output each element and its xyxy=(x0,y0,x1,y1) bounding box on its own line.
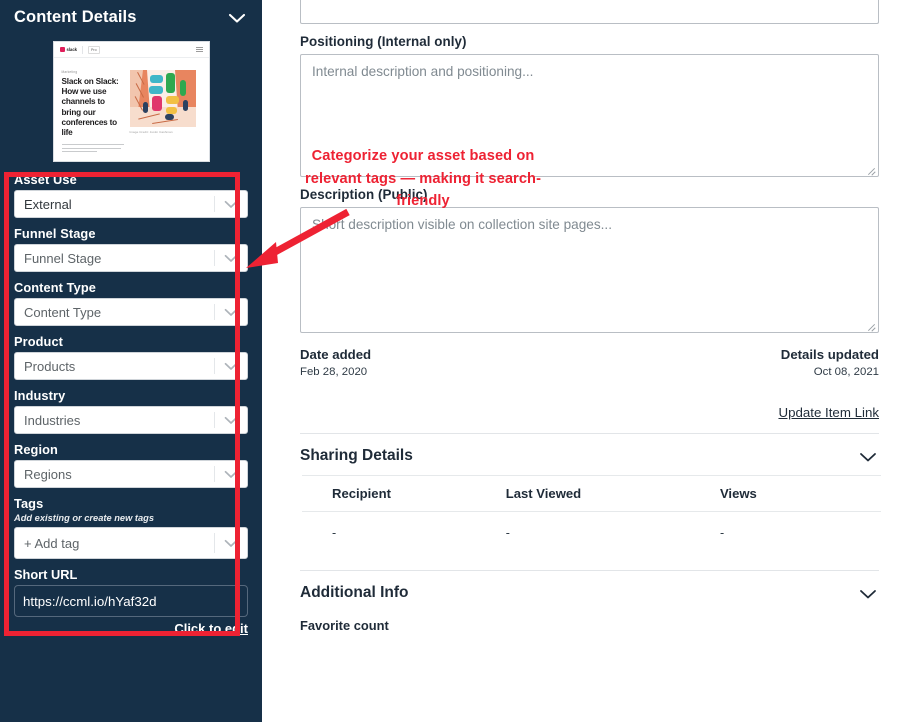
divider xyxy=(81,45,83,54)
region-select[interactable]: Regions xyxy=(14,460,248,488)
field-funnel-stage: Funnel Stage Funnel Stage xyxy=(14,226,248,272)
field-product: Product Products xyxy=(14,334,248,380)
click-to-edit-link[interactable]: Click to edit xyxy=(14,621,248,636)
select-value: Products xyxy=(24,358,76,374)
positioning-textarea[interactable]: Internal description and positioning... xyxy=(300,54,879,177)
description-label: Description (Public) xyxy=(300,187,428,202)
sharing-details-header[interactable]: Sharing Details xyxy=(300,434,879,475)
date-added-value: Feb 28, 2020 xyxy=(300,366,368,378)
asset-thumbnail[interactable]: slack Pro Marketing Slack on Slack: How … xyxy=(52,41,210,162)
positioning-label: Positioning (Internal only) xyxy=(300,34,467,49)
table-row: - - - xyxy=(302,512,881,555)
additional-info-header[interactable]: Additional Info xyxy=(300,571,879,612)
details-updated-block: Details updated Oct 08, 2021 xyxy=(781,347,879,378)
add-tag-select[interactable]: + Add tag xyxy=(14,527,248,559)
hamburger-menu-icon xyxy=(195,46,203,54)
field-label: Content Type xyxy=(14,280,97,295)
chevron-down-icon[interactable] xyxy=(215,200,247,209)
description-textarea[interactable]: Short description visible on collection … xyxy=(300,207,879,333)
short-url-input[interactable]: https://ccml.io/hYaf32d xyxy=(14,585,248,617)
select-value: Industries xyxy=(24,412,81,428)
thumbnail-credit: Image Credit: Justin Cashman xyxy=(129,130,173,134)
page-title: Content Details xyxy=(14,8,137,26)
details-updated-value: Oct 08, 2021 xyxy=(813,366,879,378)
thumbnail-body: Marketing Slack on Slack: How we use cha… xyxy=(54,58,209,154)
sidebar-header[interactable]: Content Details xyxy=(0,0,262,33)
content-type-select[interactable]: Content Type xyxy=(14,298,248,326)
chevron-down-icon[interactable] xyxy=(215,539,247,548)
resize-handle-icon[interactable] xyxy=(865,164,876,176)
asset-use-select[interactable]: External xyxy=(14,190,248,218)
field-label: Region xyxy=(14,442,58,457)
thumbnail-body-lines xyxy=(61,144,124,153)
chevron-down-icon[interactable] xyxy=(215,362,247,371)
details-main-panel: Positioning (Internal only) Internal des… xyxy=(262,0,903,722)
description-placeholder: Short description visible on collection … xyxy=(312,217,612,232)
chevron-down-icon[interactable] xyxy=(215,470,247,479)
resize-handle-icon[interactable] xyxy=(865,320,876,332)
chevron-down-icon[interactable] xyxy=(226,11,248,25)
field-label: Industry xyxy=(14,388,66,403)
field-label: Funnel Stage xyxy=(14,226,96,241)
chevron-down-icon[interactable] xyxy=(857,450,879,462)
chevron-down-icon[interactable] xyxy=(215,308,247,317)
thumbnail-illustration xyxy=(129,70,196,127)
field-region: Region Regions xyxy=(14,442,248,488)
column-views: Views xyxy=(689,475,881,512)
industry-select[interactable]: Industries xyxy=(14,406,248,434)
select-value: External xyxy=(24,196,72,212)
table-header-row: Recipient Last Viewed Views xyxy=(302,475,881,512)
plan-badge: Pro xyxy=(87,45,100,54)
slack-logo-icon: slack xyxy=(59,47,77,52)
details-updated-label: Details updated xyxy=(780,347,879,362)
tags-hint: Add existing or create new tags xyxy=(14,513,155,523)
date-added-block: Date added Feb 28, 2020 xyxy=(300,347,371,378)
favorite-count-label: Favorite count xyxy=(300,618,389,633)
positioning-placeholder: Internal description and positioning... xyxy=(312,64,534,79)
field-asset-use: Asset Use External xyxy=(14,172,248,218)
date-added-label: Date added xyxy=(300,347,372,362)
column-recipient: Recipient xyxy=(302,475,476,512)
select-value: Content Type xyxy=(24,304,102,320)
select-value: Funnel Stage xyxy=(24,250,102,266)
field-label: Tags xyxy=(14,496,44,511)
update-item-link[interactable]: Update Item Link xyxy=(300,405,879,420)
previous-field-textarea[interactable] xyxy=(300,0,879,24)
column-last-viewed: Last Viewed xyxy=(475,475,690,512)
field-tags: Tags Add existing or create new tags + A… xyxy=(14,496,248,559)
field-label: Asset Use xyxy=(14,172,77,187)
thumbnail-nav-bar: slack Pro xyxy=(53,42,209,58)
field-industry: Industry Industries xyxy=(14,388,248,434)
content-details-sidebar: Content Details slack Pro Marketing Slac… xyxy=(0,0,262,722)
section-title: Sharing Details xyxy=(300,447,413,464)
thumbnail-kicker: Marketing xyxy=(61,70,78,74)
short-url-value: https://ccml.io/hYaf32d xyxy=(23,593,157,609)
select-value: Regions xyxy=(24,466,72,482)
chevron-down-icon[interactable] xyxy=(215,416,247,425)
select-placeholder: + Add tag xyxy=(24,535,80,551)
product-select[interactable]: Products xyxy=(14,352,248,380)
field-label: Product xyxy=(14,334,64,349)
section-title: Additional Info xyxy=(300,584,409,601)
cell-views: - xyxy=(719,526,725,540)
field-label: Short URL xyxy=(14,567,78,582)
chevron-down-icon[interactable] xyxy=(857,587,879,599)
content-details-screen: Content Details slack Pro Marketing Slac… xyxy=(0,0,903,722)
cell-recipient: - xyxy=(332,526,337,540)
sharing-details-table: Recipient Last Viewed Views - - - xyxy=(302,475,881,554)
metadata-fields: Asset Use External Funnel Stage Funnel S… xyxy=(0,162,262,636)
meta-row: Date added Feb 28, 2020 Details updated … xyxy=(300,347,879,378)
chevron-down-icon[interactable] xyxy=(215,254,247,263)
thumbnail-headline: Slack on Slack: How we use channels to b… xyxy=(61,77,119,138)
field-content-type: Content Type Content Type xyxy=(14,280,248,326)
cell-last-viewed: - xyxy=(505,526,510,540)
field-short-url: Short URL https://ccml.io/hYaf32d Click … xyxy=(14,567,248,636)
funnel-stage-select[interactable]: Funnel Stage xyxy=(14,244,248,272)
